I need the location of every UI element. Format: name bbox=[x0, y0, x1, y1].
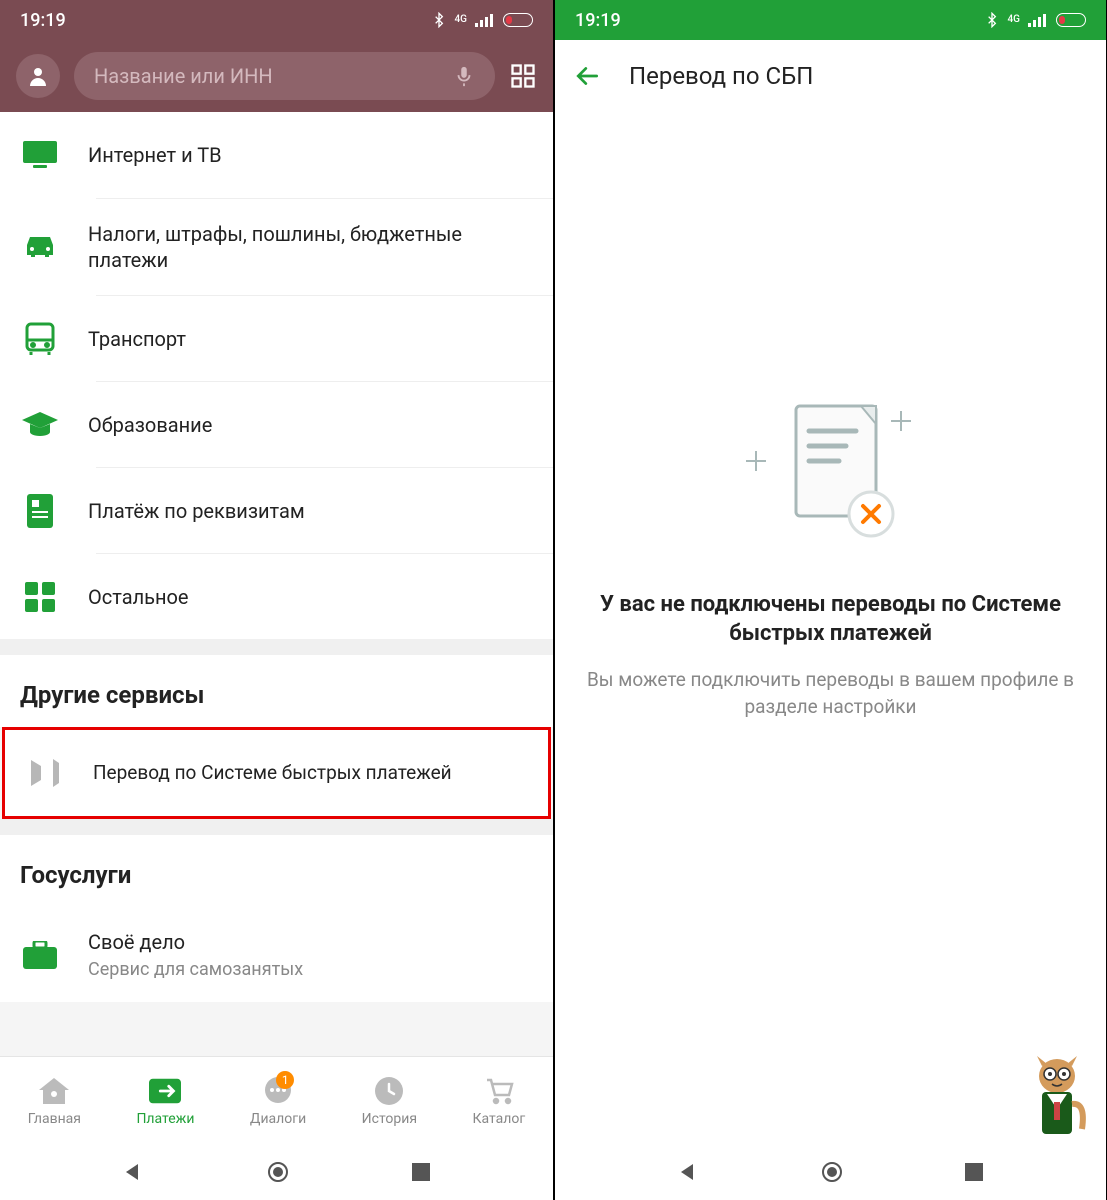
status-icons: 4G bbox=[431, 12, 534, 28]
category-label: Платёж по реквизитам bbox=[88, 498, 305, 524]
battery-icon bbox=[1056, 13, 1086, 27]
nav-label: История bbox=[362, 1111, 417, 1127]
nav-label: Платежи bbox=[136, 1111, 194, 1127]
content-scroll[interactable]: Интернет и ТВ Налоги, штрафы, пошлины, б… bbox=[0, 112, 553, 1056]
graduation-icon bbox=[20, 412, 60, 438]
grid-icon bbox=[20, 582, 60, 612]
screen-payments: 19:19 4G Название или ИНН Интернет и ТВ … bbox=[0, 0, 553, 1200]
bus-icon bbox=[20, 322, 60, 356]
android-home[interactable] bbox=[267, 1161, 289, 1183]
car-icon bbox=[20, 235, 60, 259]
category-item-internet-tv[interactable]: Интернет и ТВ bbox=[0, 112, 553, 198]
category-item-education[interactable]: Образование bbox=[96, 381, 553, 467]
signal-icon bbox=[1028, 13, 1048, 27]
nav-label: Главная bbox=[28, 1111, 81, 1127]
android-recent[interactable] bbox=[965, 1163, 983, 1181]
section-divider bbox=[0, 639, 553, 655]
category-label: Интернет и ТВ bbox=[88, 142, 222, 168]
category-item-requisites[interactable]: Платёж по реквизитам bbox=[96, 467, 553, 553]
android-nav-bar bbox=[0, 1144, 553, 1200]
status-time: 19:19 bbox=[575, 10, 621, 31]
gosuslugi-item[interactable]: Своё дело Сервис для самозанятых bbox=[0, 907, 553, 1002]
nav-home[interactable]: Главная bbox=[28, 1075, 81, 1127]
android-back[interactable] bbox=[678, 1162, 698, 1182]
category-list: Интернет и ТВ Налоги, штрафы, пошлины, б… bbox=[0, 112, 553, 639]
search-placeholder: Название или ИНН bbox=[94, 64, 273, 88]
briefcase-icon bbox=[20, 941, 60, 969]
gos-label: Своё дело bbox=[88, 929, 303, 955]
status-time: 19:19 bbox=[20, 10, 66, 31]
profile-button[interactable] bbox=[16, 54, 60, 98]
category-label: Образование bbox=[88, 412, 212, 438]
sbp-label: Перевод по Системе быстрых платежей bbox=[93, 761, 452, 786]
gos-sublabel: Сервис для самозанятых bbox=[88, 959, 303, 980]
empty-state-subtitle: Вы можете подключить переводы в вашем пр… bbox=[585, 667, 1076, 720]
home-icon bbox=[38, 1075, 70, 1107]
bluetooth-icon bbox=[984, 12, 1000, 28]
clock-icon bbox=[373, 1075, 405, 1107]
android-nav-bar bbox=[555, 1144, 1106, 1200]
category-item-other[interactable]: Остальное bbox=[96, 553, 553, 639]
empty-state-illustration bbox=[741, 396, 921, 550]
nav-history[interactable]: История bbox=[362, 1075, 417, 1127]
nav-catalog[interactable]: Каталог bbox=[473, 1075, 526, 1127]
mascot-image bbox=[1022, 1054, 1092, 1144]
nav-badge: 1 bbox=[276, 1071, 294, 1089]
category-label: Транспорт bbox=[88, 326, 186, 352]
category-item-taxes[interactable]: Налоги, штрафы, пошлины, бюджетные плате… bbox=[96, 198, 553, 295]
back-button[interactable] bbox=[575, 63, 601, 89]
bottom-nav: Главная Платежи 1 Диалоги История Катало… bbox=[0, 1056, 553, 1144]
appbar-title: Перевод по СБП bbox=[629, 62, 813, 90]
app-bar: Перевод по СБП bbox=[555, 40, 1106, 112]
sbp-highlight: Перевод по Системе быстрых платежей bbox=[2, 727, 551, 819]
payments-icon bbox=[149, 1075, 181, 1107]
category-label: Остальное bbox=[88, 584, 189, 610]
bluetooth-icon bbox=[431, 12, 447, 28]
status-bar: 19:19 4G bbox=[0, 0, 553, 40]
empty-state-title: У вас не подключены переводы по Системе … bbox=[585, 590, 1076, 649]
category-label: Налоги, штрафы, пошлины, бюджетные плате… bbox=[88, 221, 533, 273]
android-back[interactable] bbox=[123, 1162, 143, 1182]
android-recent[interactable] bbox=[412, 1163, 430, 1181]
section-title-gosuslugi: Госуслуги bbox=[0, 835, 553, 907]
cart-icon bbox=[483, 1075, 515, 1107]
nav-label: Каталог bbox=[473, 1111, 526, 1127]
nav-payments[interactable]: Платежи bbox=[136, 1075, 194, 1127]
empty-state: У вас не подключены переводы по Системе … bbox=[555, 112, 1106, 1144]
category-item-transport[interactable]: Транспорт bbox=[96, 295, 553, 381]
tv-icon bbox=[20, 141, 60, 169]
status-icons: 4G bbox=[984, 12, 1087, 28]
search-header: Название или ИНН bbox=[0, 40, 553, 112]
section-title-other-services: Другие сервисы bbox=[0, 655, 553, 727]
status-bar: 19:19 4G bbox=[555, 0, 1106, 40]
search-input[interactable]: Название или ИНН bbox=[74, 52, 495, 100]
signal-icon bbox=[475, 13, 495, 27]
section-divider bbox=[0, 819, 553, 835]
network-label: 4G bbox=[1008, 15, 1021, 25]
document-icon bbox=[20, 494, 60, 528]
network-label: 4G bbox=[455, 15, 468, 25]
sbp-transfer-item[interactable]: Перевод по Системе быстрых платежей bbox=[5, 730, 548, 816]
user-icon bbox=[26, 64, 50, 88]
android-home[interactable] bbox=[821, 1161, 843, 1183]
screen-sbp-transfer: 19:19 4G Перевод по СБП bbox=[553, 0, 1106, 1200]
nav-dialogs[interactable]: 1 Диалоги bbox=[250, 1075, 306, 1127]
sbp-icon bbox=[25, 754, 65, 792]
mic-icon[interactable] bbox=[453, 65, 475, 87]
nav-label: Диалоги bbox=[250, 1111, 306, 1127]
qr-scan-button[interactable] bbox=[509, 62, 537, 90]
battery-icon bbox=[503, 13, 533, 27]
